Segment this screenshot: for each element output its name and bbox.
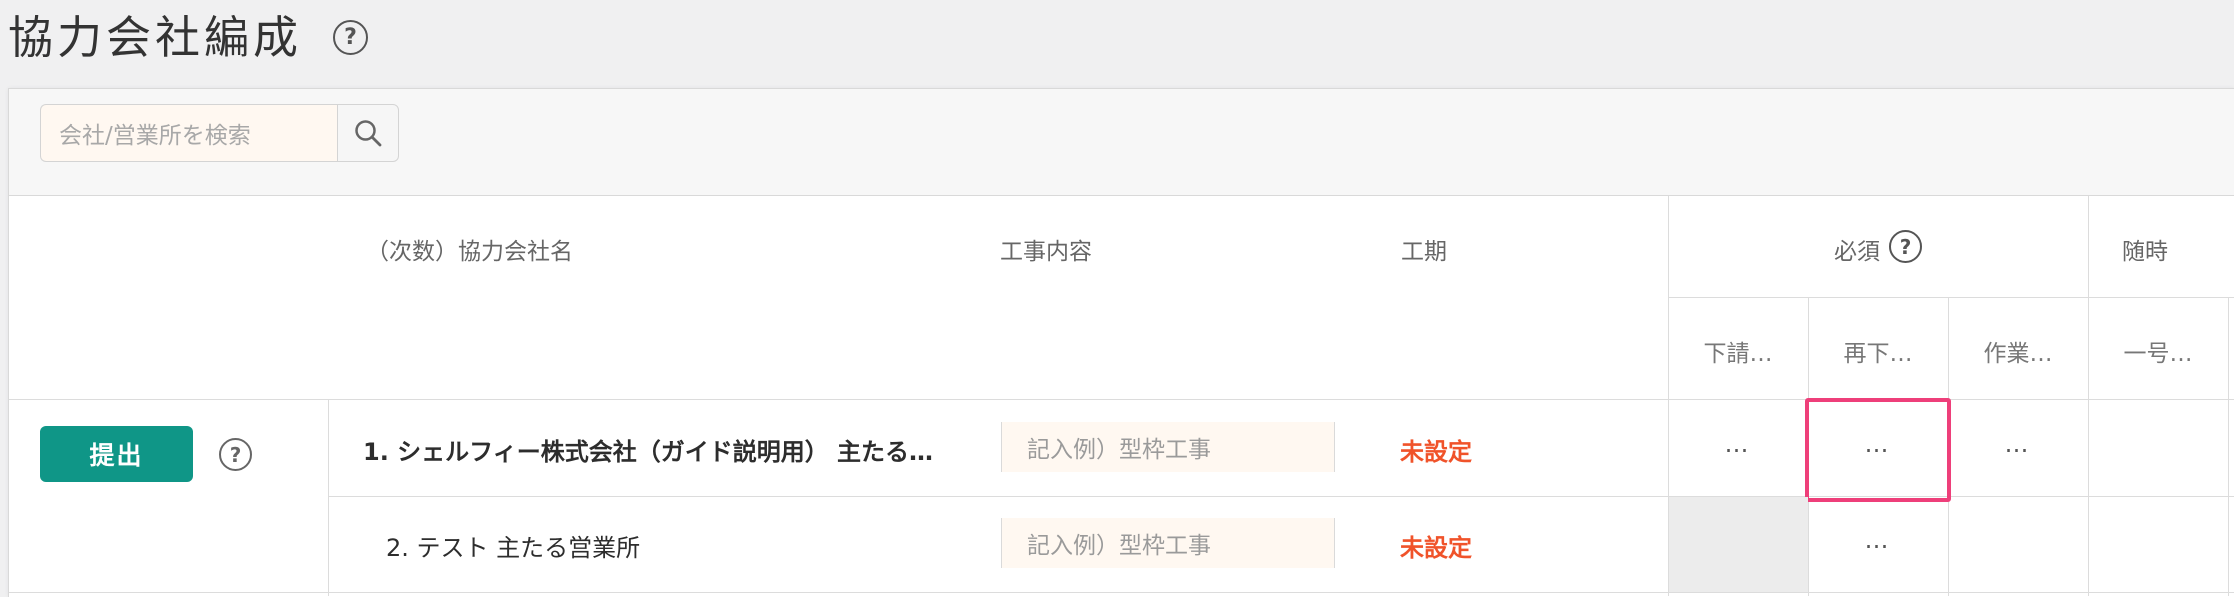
help-icon[interactable]: ? [1889, 230, 1922, 263]
header-work-content: 工事内容 [1000, 239, 1092, 265]
table-bottom-border [9, 592, 2234, 593]
disabled-cell [1669, 497, 1808, 592]
subheader-resubcontract: 再下… [1843, 341, 1913, 367]
header-optional: 随時 [2122, 239, 2168, 265]
page-title: 協力会社編成 [8, 11, 303, 64]
search-button[interactable] [337, 104, 399, 162]
help-icon[interactable]: ? [219, 438, 252, 471]
subheader-form-one: 一号… [2123, 341, 2193, 367]
period-status[interactable]: 未設定 [1400, 528, 1472, 563]
search-icon [355, 120, 382, 147]
subheader-work: 作業… [1983, 341, 2053, 367]
column-divider [2088, 196, 2089, 596]
company-name[interactable]: 2. テスト 主たる営業所 [386, 528, 640, 563]
search-input[interactable]: 会社/営業所を検索 [40, 104, 337, 162]
document-cell[interactable]: … [1668, 430, 1808, 458]
header-period: 工期 [1401, 239, 1447, 265]
work-content-input[interactable]: 記入例）型枠工事 [1001, 518, 1335, 568]
document-cell[interactable]: … [1948, 430, 2088, 458]
column-divider [2228, 297, 2229, 596]
subheader-subcontract: 下請… [1703, 341, 1773, 367]
header-divider [1668, 297, 2234, 298]
company-name[interactable]: 1. シェルフィー株式会社（ガイド説明用） 主たる… [363, 432, 933, 467]
submit-button[interactable]: 提出 [40, 426, 193, 482]
header-company-name: （次数）協力会社名 [366, 239, 573, 265]
document-cell[interactable]: … [1808, 526, 1948, 554]
help-icon[interactable]: ? [333, 20, 368, 55]
column-divider [328, 399, 329, 596]
header-required: 必須 [1834, 239, 1880, 265]
highlight-box [1805, 398, 1951, 502]
period-status[interactable]: 未設定 [1400, 432, 1472, 467]
work-content-input[interactable]: 記入例）型枠工事 [1001, 422, 1335, 472]
